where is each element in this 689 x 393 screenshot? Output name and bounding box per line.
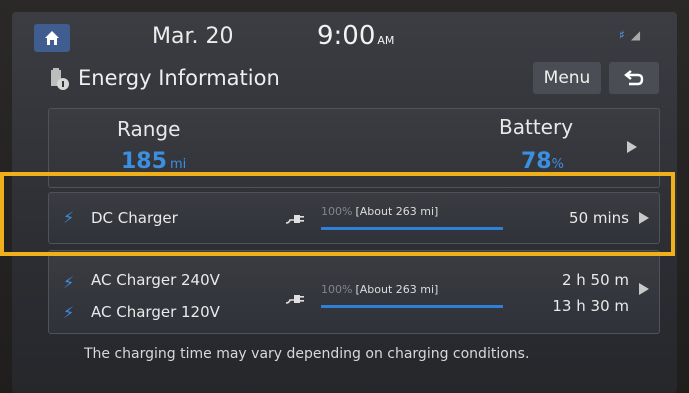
range-unit: mi [169, 157, 187, 172]
menu-button[interactable]: Menu [533, 62, 601, 94]
clock: 9:00 AM [317, 21, 394, 51]
ac-240v-label: AC Charger 240V [91, 271, 220, 289]
page-title: Energy Information [78, 66, 280, 90]
clock-ampm: AM [377, 34, 395, 47]
battery-unit: % [551, 157, 564, 172]
date-text: Mar. 20 [152, 24, 234, 49]
ac-percent-text: 100% [321, 283, 353, 296]
status-icons: ♯ ◢ [619, 28, 640, 42]
ac-progress-bar [321, 305, 503, 308]
home-button[interactable] [34, 24, 70, 52]
lightning-icon: ⚡ [63, 273, 75, 292]
ac-charger-row[interactable]: ⚡ AC Charger 240V ⚡ AC Charger 120V 100%… [48, 250, 660, 334]
home-icon [45, 31, 59, 45]
battery-label: Battery [499, 115, 574, 139]
clock-time: 9:00 [317, 21, 376, 51]
status-bar: Mar. 20 9:00 AM ♯ ◢ [12, 12, 677, 56]
ac-charge-percent: 100% [About 263 mi] [321, 283, 438, 296]
summary-arrow-icon [627, 141, 637, 153]
ac-120v-label: AC Charger 120V [91, 303, 220, 321]
lightning-icon: ⚡ [63, 303, 75, 322]
bluetooth-audio-icon: ♯ [619, 28, 625, 42]
title-bar: Energy Information Menu [12, 56, 677, 102]
range-number: 185 [121, 149, 167, 174]
back-button[interactable] [609, 62, 659, 94]
signal-icon: ◢ [630, 28, 641, 42]
battery-value: 78% [521, 149, 564, 174]
battery-info-icon [51, 68, 69, 90]
ac-120v-time: 13 h 30 m [552, 297, 629, 315]
ac-240v-time: 2 h 50 m [561, 271, 629, 289]
highlight-frame [0, 172, 675, 256]
plug-icon [285, 295, 304, 304]
range-label: Range [117, 117, 181, 141]
charging-notice: The charging time may vary depending on … [84, 346, 530, 362]
battery-number: 78 [521, 149, 552, 174]
back-icon [624, 70, 644, 86]
ac-about-range: [About 263 mi] [355, 283, 439, 296]
ac-arrow-icon [639, 283, 649, 295]
range-value: 185 mi [121, 149, 186, 174]
